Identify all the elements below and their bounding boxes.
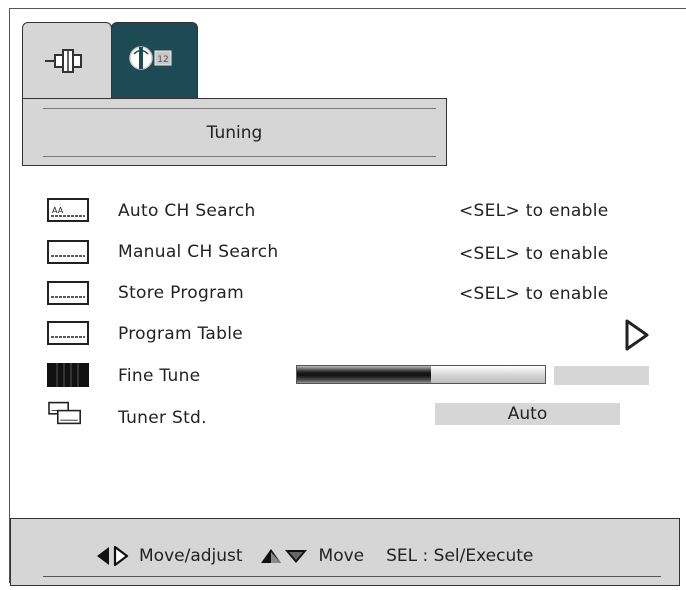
manual-ch-search-label: Manual CH Search (118, 242, 279, 262)
manual-search-icon (47, 240, 89, 264)
store-program-label: Store Program (118, 283, 244, 303)
tab-input[interactable] (22, 22, 112, 98)
footer-move-label: Move (318, 546, 365, 566)
auto-ch-search-label: Auto CH Search (118, 201, 256, 221)
manual-ch-search-value: <SEL> to enable (459, 244, 609, 264)
antenna-icon: 12 (129, 46, 172, 70)
menu-item-manual-ch-search[interactable]: Manual CH Search <SEL> to enable (0, 237, 686, 271)
footer-rule (43, 576, 661, 577)
page-title: Tuning (206, 123, 263, 143)
program-table-label: Program Table (118, 324, 243, 344)
title-bottom-rule (43, 156, 436, 157)
help-footer: Move/adjust Move SEL : Sel/Execute (10, 518, 680, 586)
right-arrow-icon[interactable] (623, 318, 651, 352)
footer-hints: Move/adjust Move SEL : Sel/Execute (93, 544, 533, 568)
fine-tune-label: Fine Tune (118, 366, 201, 386)
menu-item-store-program[interactable]: Store Program <SEL> to enable (0, 278, 686, 312)
fine-tune-value-box (554, 366, 649, 385)
fine-tune-icon (47, 363, 89, 387)
connector-icon (45, 49, 82, 73)
menu-item-program-table[interactable]: Program Table (0, 318, 686, 352)
footer-adjust-label: Move/adjust (139, 546, 243, 566)
footer-sel-label: SEL : Sel/Execute (386, 546, 534, 566)
auto-search-icon: AA (47, 198, 89, 222)
tuner-std-label: Tuner Std. (118, 408, 207, 428)
title-top-rule (43, 108, 436, 109)
frame-top-border (9, 8, 686, 9)
menu-title-box: Tuning (22, 98, 447, 166)
fine-tune-remaining (430, 366, 545, 383)
menu-item-auto-ch-search[interactable]: AA Auto CH Search <SEL> to enable (0, 196, 686, 230)
store-program-value: <SEL> to enable (459, 284, 609, 304)
fine-tune-level-fill (297, 366, 431, 383)
auto-ch-search-value: <SEL> to enable (459, 201, 609, 221)
fine-tune-slider[interactable] (296, 365, 546, 384)
program-table-icon (47, 321, 89, 345)
tuner-std-icon (48, 401, 81, 425)
channel-badge-text: 12 (157, 55, 168, 65)
tab-tuning[interactable]: 12 (111, 22, 198, 98)
left-right-arrows-icon (97, 545, 129, 567)
store-program-icon (47, 281, 89, 305)
up-down-arrows-icon (260, 549, 307, 563)
tuner-std-value[interactable]: Auto (435, 403, 620, 425)
auto-search-icon-text: AA (52, 206, 64, 215)
